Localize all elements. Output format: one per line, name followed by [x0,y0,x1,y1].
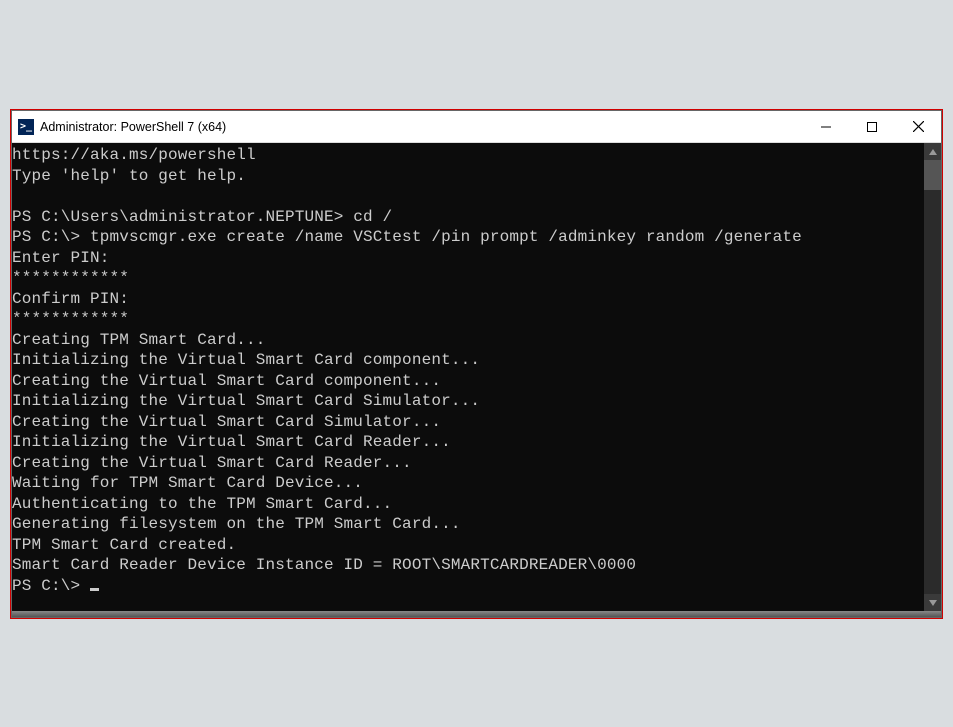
window-bottom-edge [12,611,941,617]
terminal-area: https://aka.ms/powershell Type 'help' to… [12,143,941,611]
scrollbar-down-button[interactable] [924,594,941,611]
minimize-button[interactable] [803,111,849,142]
scrollbar-up-button[interactable] [924,143,941,160]
maximize-button[interactable] [849,111,895,142]
terminal-output[interactable]: https://aka.ms/powershell Type 'help' to… [12,143,924,611]
close-button[interactable] [895,111,941,142]
window-controls [803,111,941,142]
powershell-icon-glyph: >_ [20,121,32,132]
powershell-window: >_ Administrator: PowerShell 7 (x64) htt… [11,110,942,618]
cursor [90,588,99,591]
powershell-icon: >_ [18,119,34,135]
window-title: Administrator: PowerShell 7 (x64) [40,120,803,134]
scrollbar-thumb[interactable] [924,160,941,190]
vertical-scrollbar[interactable] [924,143,941,611]
titlebar[interactable]: >_ Administrator: PowerShell 7 (x64) [12,111,941,143]
screenshot-highlight-border: >_ Administrator: PowerShell 7 (x64) htt… [10,109,943,619]
